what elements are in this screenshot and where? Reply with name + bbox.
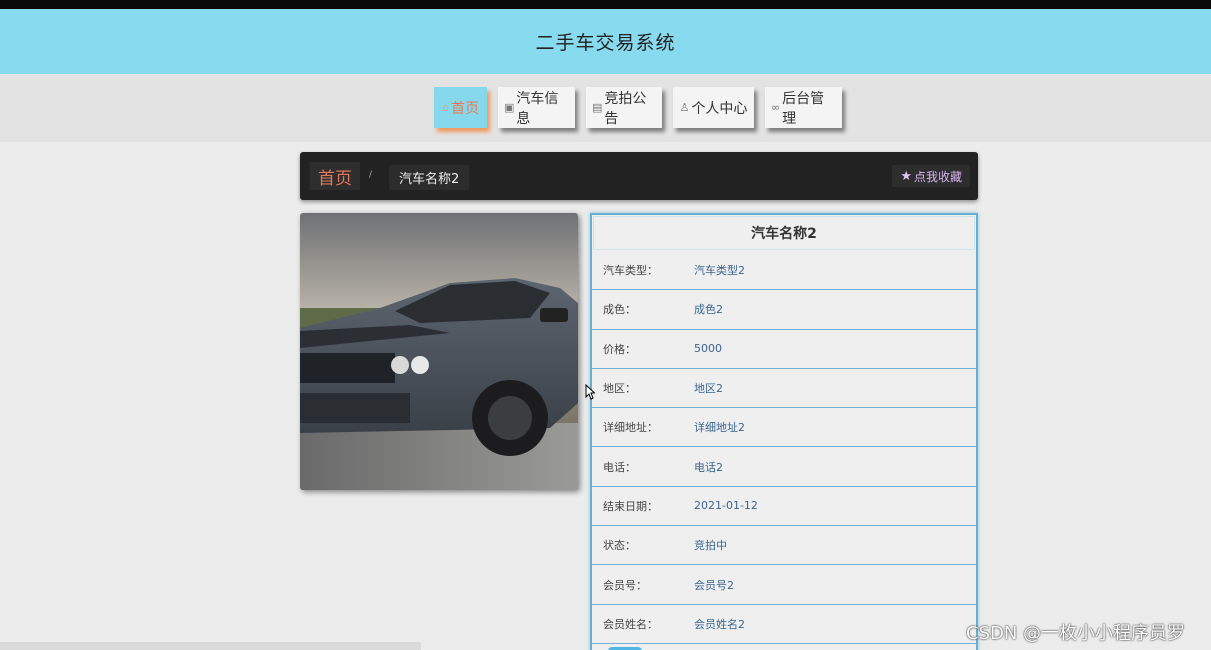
breadcrumb-current: 汽车名称2	[389, 165, 470, 190]
link-icon: ∞	[771, 101, 781, 114]
detail-row-price: 价格： 5000	[592, 330, 976, 369]
nav-label: 个人中心	[691, 100, 748, 117]
info-icon: ▣	[504, 101, 515, 114]
row-value: 地区2	[694, 382, 723, 396]
detail-row-address: 详细地址： 详细地址2	[592, 408, 976, 448]
breadcrumb-bar: 首页 / 汽车名称2 ★ 点我收藏	[300, 152, 978, 200]
main-nav: ⌂ 首页 ▣ 汽车信息 ▤ 竞拍公告 ♙ 个人中心 ∞ 后台管理	[434, 87, 853, 128]
site-header: 二手车交易系统	[0, 9, 1211, 74]
row-value: 2021-01-12	[694, 499, 758, 513]
nav-label: 首页	[450, 100, 479, 117]
row-label: 汽车类型：	[603, 264, 658, 278]
row-label: 结束日期：	[603, 499, 658, 513]
row-value: 5000	[694, 342, 722, 356]
nav-item-car-info[interactable]: ▣ 汽车信息	[498, 87, 575, 128]
row-label: 成色：	[603, 303, 636, 317]
home-icon: ⌂	[442, 101, 449, 114]
row-value: 竞拍中	[694, 539, 727, 553]
row-label: 状态：	[603, 539, 636, 553]
mouse-cursor-icon	[585, 384, 595, 400]
notice-icon: ▤	[592, 101, 603, 114]
favorite-label: 点我收藏	[913, 169, 962, 184]
nav-item-admin[interactable]: ∞ 后台管理	[765, 87, 842, 128]
car-photo	[300, 213, 578, 490]
detail-row-member-name: 会员姓名： 会员姓名2	[592, 605, 976, 644]
detail-title: 汽车名称2	[593, 216, 975, 250]
bottom-status-stub	[0, 642, 421, 650]
row-value: 电话2	[694, 460, 723, 474]
detail-row-status: 状态： 竞拍中	[592, 526, 976, 566]
row-label: 价格：	[603, 342, 636, 356]
detail-row-car-type: 汽车类型： 汽车类型2	[592, 251, 976, 291]
star-icon: ★	[900, 168, 912, 184]
nav-item-home[interactable]: ⌂ 首页	[434, 87, 487, 128]
row-value: 会员姓名2	[694, 617, 745, 631]
detail-row-end-date: 结束日期： 2021-01-12	[592, 487, 976, 527]
row-label: 会员姓名：	[603, 617, 658, 631]
nav-label: 汽车信息	[516, 90, 559, 127]
detail-row-phone: 电话： 电话2	[592, 447, 976, 487]
detail-row-member-id: 会员号： 会员号2	[592, 565, 976, 605]
detail-row-condition: 成色： 成色2	[592, 290, 976, 330]
favorite-button[interactable]: ★ 点我收藏	[892, 165, 970, 187]
row-value: 汽车类型2	[694, 264, 745, 278]
row-label: 详细地址：	[603, 421, 658, 435]
row-value: 成色2	[694, 303, 723, 317]
row-value: 详细地址2	[694, 421, 745, 435]
top-strip	[0, 0, 1211, 9]
nav-item-user-center[interactable]: ♙ 个人中心	[673, 87, 754, 128]
detail-row-region: 地区： 地区2	[592, 369, 976, 409]
nav-item-auction-notice[interactable]: ▤ 竞拍公告	[586, 87, 662, 128]
breadcrumb-separator: /	[369, 170, 373, 180]
row-label: 电话：	[603, 460, 636, 474]
site-title: 二手车交易系统	[535, 32, 676, 54]
car-detail-panel: 汽车名称2 汽车类型： 汽车类型2 成色： 成色2 价格： 5000 地区： 地…	[590, 213, 978, 650]
car-image	[300, 213, 578, 490]
user-icon: ♙	[679, 101, 690, 114]
watermark: CSDN @一枚小小程序员罗	[966, 623, 1186, 644]
nav-label: 竞拍公告	[604, 90, 647, 127]
row-value: 会员号2	[694, 578, 734, 592]
row-label: 地区：	[603, 382, 636, 396]
row-label: 会员号：	[603, 578, 647, 592]
nav-label: 后台管理	[782, 90, 825, 127]
breadcrumb-home[interactable]: 首页	[310, 162, 360, 190]
